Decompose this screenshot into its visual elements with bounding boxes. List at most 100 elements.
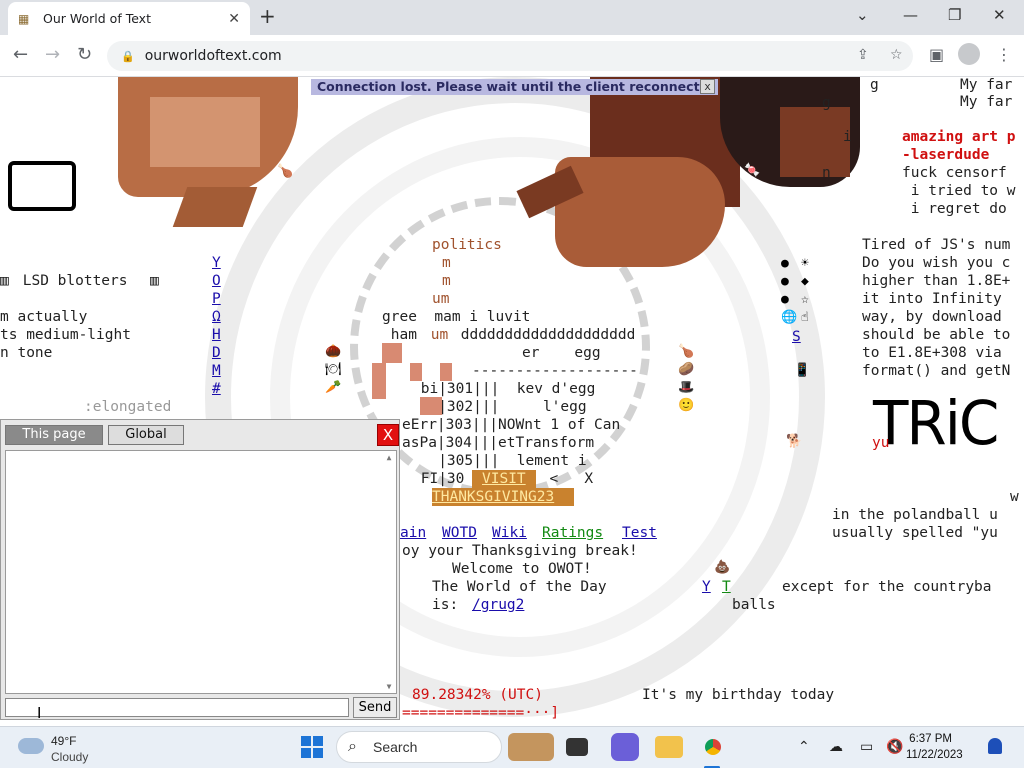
candy-icon: 🍬: [744, 163, 761, 178]
world-link-y[interactable]: Y: [702, 578, 711, 596]
restore-icon[interactable]: ❐: [948, 6, 961, 24]
menu-kebab-icon[interactable]: ⋮: [996, 45, 1012, 64]
text-cell: n tone: [0, 345, 53, 361]
text-cell: bi|301||| kev d'egg: [412, 381, 596, 397]
connection-lost-banner: Connection lost. Please wait until the c…: [311, 79, 718, 95]
world-link-y[interactable]: Y: [212, 254, 221, 272]
hand-icon: ☝: [801, 310, 809, 325]
taskbar-search[interactable]: ⌕ Search: [336, 731, 502, 763]
network-icon[interactable]: ▭: [860, 738, 873, 755]
world-link-o[interactable]: O: [212, 272, 221, 290]
weather-temp: 49°F: [51, 734, 77, 748]
teams-chat-icon[interactable]: [611, 733, 639, 761]
lsd-box-right-icon: ▥: [150, 273, 159, 289]
back-arrow-icon[interactable]: ←: [13, 45, 28, 65]
thanksgiving-link[interactable]: THANKSGIVING23: [432, 488, 575, 506]
text-cell: < X: [532, 471, 594, 487]
chat-log[interactable]: ▲ ▼: [5, 450, 397, 694]
text-cell: LSD blotters: [14, 273, 137, 289]
text-cell: is:: [432, 597, 459, 613]
bookmark-star-icon[interactable]: ☆: [890, 47, 903, 63]
close-tab-icon[interactable]: ✕: [228, 11, 240, 27]
forward-arrow-icon[interactable]: →: [45, 45, 60, 65]
text-cell: FI|30: [412, 471, 465, 487]
side-panel-icon[interactable]: ▣: [929, 45, 944, 64]
world-link-s[interactable]: S: [792, 328, 801, 346]
chat-panel: This page Global X ▲ ▼ Send: [0, 419, 400, 720]
text-cell: ham: [382, 327, 417, 343]
world-link-ratings[interactable]: Ratings: [542, 524, 603, 542]
text-cell: except for the countryba: [782, 579, 992, 595]
chat-scrollbar[interactable]: ▲ ▼: [384, 453, 394, 691]
close-window-icon[interactable]: ✕: [993, 6, 1006, 24]
text-cell: format() and getN: [862, 363, 1011, 379]
world-link-test[interactable]: Test: [622, 524, 657, 542]
carrot-icon: 🥕: [325, 380, 342, 395]
tab-search-chevron-icon[interactable]: ⌄: [856, 6, 869, 24]
pixel-square: [372, 363, 386, 399]
world-canvas[interactable]: Connection lost. Please wait until the c…: [0, 77, 1024, 726]
text-cell: amazing art p: [902, 129, 1016, 145]
pixel-art-hand-palm: [555, 157, 725, 267]
globe-icon: 🌐: [781, 310, 798, 325]
url-text: ourworldoftext.com: [144, 48, 282, 64]
chat-send-button[interactable]: Send: [353, 697, 397, 718]
browser-tab[interactable]: ▦ Our World of Text ✕: [8, 2, 250, 35]
world-link-h[interactable]: H: [212, 326, 221, 344]
world-link-p[interactable]: P: [212, 290, 221, 308]
taskbar-search-label: Search: [373, 739, 418, 755]
text-cell: to E1.8E+308 via: [862, 345, 1002, 361]
visit-link[interactable]: VISIT: [472, 470, 536, 488]
world-link-t[interactable]: T: [722, 578, 731, 596]
world-link-m[interactable]: M: [212, 362, 221, 380]
profile-avatar-icon[interactable]: [958, 43, 980, 65]
world-link-omega[interactable]: Ω: [212, 308, 221, 326]
text-cell: oy your Thanksgiving break!: [402, 543, 638, 559]
new-tab-icon[interactable]: +: [259, 5, 276, 27]
task-view-icon[interactable]: [566, 738, 588, 756]
chat-tab-global[interactable]: Global: [108, 425, 184, 445]
world-link-wotd[interactable]: WOTD: [442, 524, 477, 542]
text-cell: My far: [960, 94, 1013, 110]
reload-icon[interactable]: ↻: [77, 45, 92, 65]
chat-close-button[interactable]: X: [377, 424, 399, 446]
text-cursor-icon: I: [37, 704, 42, 722]
search-highlight-icon[interactable]: [508, 733, 554, 761]
text-cell: it into Infinity: [862, 291, 1002, 307]
world-link-wiki[interactable]: Wiki: [492, 524, 527, 542]
text-cell: ==============···]: [402, 705, 560, 721]
text-cell: Welcome to OWOT!: [452, 561, 592, 577]
banner-close-button[interactable]: x: [700, 79, 715, 94]
cloud-offline-icon[interactable]: ☁: [829, 738, 843, 755]
world-link-grug2[interactable]: /grug2: [472, 596, 524, 614]
chrome-icon[interactable]: [699, 733, 727, 761]
text-cell: gree mam i luvit: [382, 309, 531, 325]
pixel-art-dark-hand-detail: [780, 107, 850, 177]
text-cell: :elongated: [84, 399, 172, 415]
file-explorer-icon[interactable]: [655, 736, 683, 758]
share-icon[interactable]: ⇪: [857, 47, 869, 63]
clock-date: 11/22/2023: [906, 749, 963, 761]
site-favicon-icon: ▦: [18, 11, 30, 26]
search-icon: ⌕: [348, 738, 357, 755]
taskbar-clock[interactable]: 6:37 PM 11/22/2023: [906, 731, 963, 763]
notification-bell-icon[interactable]: [988, 738, 1002, 754]
world-link-hash[interactable]: #: [212, 380, 221, 398]
address-bar[interactable]: 🔒 ourworldoftext.com ⇪ ☆: [107, 41, 913, 71]
lock-icon[interactable]: 🔒: [121, 50, 135, 63]
text-cell: Tired of JS's num: [862, 237, 1011, 253]
show-hidden-icons-chevron-icon[interactable]: ⌃: [798, 738, 810, 755]
world-link-main[interactable]: ain: [400, 524, 426, 542]
world-link-d[interactable]: D: [212, 344, 221, 362]
dot-icon: ●: [781, 256, 789, 271]
drumstick-icon: 🍗: [678, 344, 695, 359]
start-button-windows-icon[interactable]: [301, 736, 323, 758]
volume-mute-icon[interactable]: 🔇: [886, 738, 903, 755]
chat-tab-this-page[interactable]: This page: [5, 425, 103, 445]
minimize-icon[interactable]: —: [903, 6, 918, 24]
text-cell: um: [432, 291, 450, 307]
browser-tabbar: ▦ Our World of Text ✕ + ⌄ — ❐ ✕: [0, 0, 1024, 35]
text-cell: m: [442, 255, 451, 271]
chat-input[interactable]: [5, 698, 349, 717]
text-cell: balls: [732, 597, 776, 613]
